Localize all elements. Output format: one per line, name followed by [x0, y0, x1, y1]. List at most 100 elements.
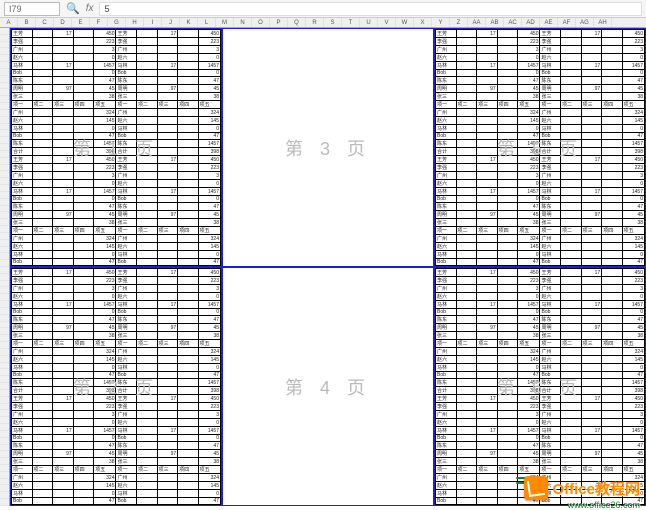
cell[interactable]: 广州 [12, 285, 33, 293]
cell[interactable] [561, 372, 582, 379]
cell[interactable]: 47 [198, 203, 220, 211]
cell[interactable] [137, 387, 158, 395]
cell[interactable]: 马林 [12, 427, 33, 435]
cell[interactable] [157, 70, 178, 77]
cell[interactable] [561, 125, 582, 133]
cell[interactable]: Bob [436, 196, 457, 203]
cell[interactable]: 赵六 [540, 243, 561, 251]
cell[interactable] [178, 148, 199, 156]
cell[interactable]: 3 [518, 46, 540, 54]
data-table[interactable]: 王芳17450王芳17450李强223李强223广州3广州3赵六0赵六0马林17… [11, 268, 221, 506]
cell[interactable] [73, 379, 94, 387]
table-row[interactable]: 王芳17450王芳17450 [436, 269, 645, 277]
cell[interactable] [477, 293, 498, 301]
cell[interactable] [456, 156, 477, 164]
cell[interactable] [178, 356, 199, 364]
cell[interactable] [32, 474, 53, 482]
cell[interactable] [497, 156, 518, 164]
cell[interactable] [178, 427, 199, 435]
table-row[interactable]: 赵六0赵六0 [12, 180, 221, 188]
cell[interactable] [73, 490, 94, 498]
cell[interactable]: 45 [94, 450, 116, 458]
cell[interactable] [477, 93, 498, 101]
cell[interactable]: 47 [518, 259, 540, 266]
cell[interactable]: 马林 [540, 427, 561, 435]
table-row[interactable]: 合计398合计398 [436, 148, 645, 156]
cell[interactable]: 223 [622, 164, 644, 172]
cell[interactable]: 450 [198, 269, 220, 277]
cell[interactable]: Bob [116, 309, 137, 316]
cell[interactable]: 0 [518, 435, 540, 442]
cell[interactable]: 17 [477, 395, 498, 403]
cell[interactable]: 145 [622, 243, 644, 251]
cell[interactable]: 3 [198, 411, 220, 419]
cell[interactable]: 47 [198, 133, 220, 140]
cell[interactable] [456, 269, 477, 277]
cell[interactable]: 项一 [540, 101, 561, 109]
cell[interactable]: 张三 [12, 219, 33, 227]
cell[interactable] [497, 188, 518, 196]
cell[interactable] [32, 332, 53, 340]
cell[interactable]: 45 [518, 211, 540, 219]
cell[interactable] [73, 180, 94, 188]
cell[interactable] [178, 30, 199, 38]
cell[interactable] [73, 458, 94, 466]
cell[interactable]: 223 [94, 38, 116, 46]
page-6[interactable]: 第 6 页 王芳17450王芳17450李强223李强223广州3广州3赵六0赵… [434, 267, 646, 506]
table-row[interactable]: 王芳17450王芳17450 [12, 395, 221, 403]
cell[interactable]: 赵六 [436, 117, 457, 125]
cell[interactable] [178, 125, 199, 133]
cell[interactable] [53, 77, 74, 85]
cell[interactable]: 324 [518, 235, 540, 243]
cell[interactable]: 47 [94, 77, 116, 85]
cell[interactable]: 广州 [12, 235, 33, 243]
cell[interactable] [53, 196, 74, 203]
cell[interactable]: 王芳 [436, 395, 457, 403]
cell[interactable] [561, 301, 582, 309]
cell[interactable]: 张三 [540, 93, 561, 101]
cell[interactable]: 17 [53, 30, 74, 38]
cell[interactable] [178, 140, 199, 148]
cell[interactable]: 145 [94, 356, 116, 364]
cell[interactable] [137, 411, 158, 419]
cell[interactable]: 项二 [32, 101, 53, 109]
cell[interactable]: 3 [198, 285, 220, 293]
cell[interactable] [178, 379, 199, 387]
cell[interactable]: 广州 [116, 235, 137, 243]
cell[interactable]: 赵六 [540, 117, 561, 125]
cell[interactable] [477, 332, 498, 340]
cell[interactable] [497, 458, 518, 466]
cell[interactable] [602, 458, 623, 466]
cell[interactable] [456, 474, 477, 482]
cell[interactable] [456, 180, 477, 188]
cell[interactable]: 97 [157, 450, 178, 458]
cell[interactable]: 项四 [178, 466, 199, 474]
cell[interactable] [561, 269, 582, 277]
cell[interactable] [497, 301, 518, 309]
cell[interactable]: 合计 [436, 387, 457, 395]
column-header[interactable]: X [414, 18, 432, 27]
cell[interactable] [137, 30, 158, 38]
cell[interactable] [73, 403, 94, 411]
cell[interactable] [456, 356, 477, 364]
cell[interactable]: 0 [94, 196, 116, 203]
cell[interactable] [53, 458, 74, 466]
cell[interactable] [157, 474, 178, 482]
cell[interactable]: 项一 [436, 101, 457, 109]
cell[interactable] [137, 395, 158, 403]
cell[interactable] [477, 411, 498, 419]
column-header[interactable]: Q [288, 18, 306, 27]
cell[interactable] [497, 395, 518, 403]
table-row[interactable]: 王芳17450王芳17450 [436, 156, 645, 164]
cell[interactable] [137, 324, 158, 332]
cell[interactable] [477, 164, 498, 172]
cell[interactable] [561, 316, 582, 324]
cell[interactable] [602, 364, 623, 372]
cell[interactable]: 0 [622, 364, 644, 372]
table-row[interactable]: 广州3广州3 [436, 285, 645, 293]
cell[interactable]: 324 [518, 109, 540, 117]
cell[interactable] [157, 356, 178, 364]
table-row[interactable]: 马林0马林0 [12, 125, 221, 133]
cell[interactable] [157, 93, 178, 101]
cell[interactable] [178, 46, 199, 54]
